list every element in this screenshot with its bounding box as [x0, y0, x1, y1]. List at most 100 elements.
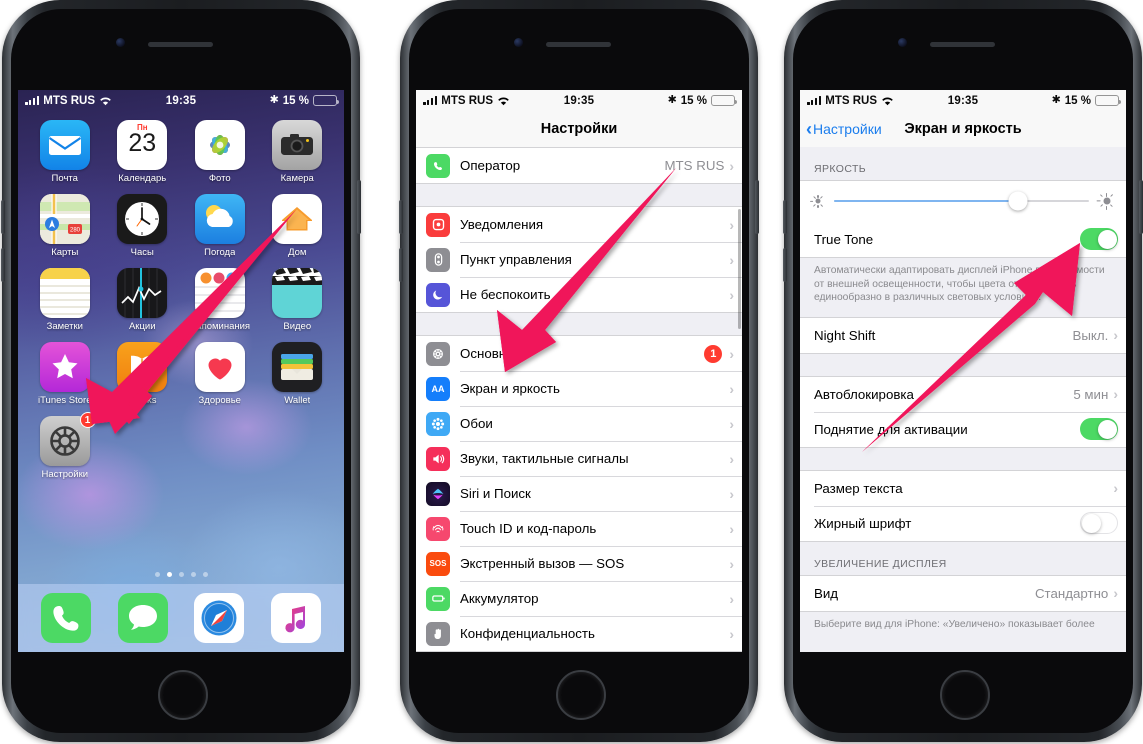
phone-1-screen: MTS RUS 19:35 ✱ 15 % Почта Пн 23 Календа…	[18, 90, 344, 652]
home-button[interactable]	[556, 670, 606, 720]
chevron-right-icon: ›	[1113, 480, 1118, 497]
power-button[interactable]	[357, 180, 361, 234]
app-icon-stocks[interactable]: Акции	[104, 268, 182, 332]
mail-icon	[39, 120, 90, 170]
app-icon-mail[interactable]: Почта	[26, 120, 104, 184]
row-privacy[interactable]: Конфиденциальность ›	[416, 616, 742, 651]
row-touch-id[interactable]: Touch ID и код-пароль ›	[416, 511, 742, 546]
power-button[interactable]	[755, 180, 759, 234]
app-icon-maps[interactable]: 280 Карты	[26, 194, 104, 258]
row-label: Экстренный вызов — SOS	[460, 556, 625, 571]
app-icon-photos[interactable]: Фото	[181, 120, 259, 184]
text-size-row[interactable]: Размер текста ›	[800, 470, 1126, 506]
row-notifications[interactable]: Уведомления ›	[416, 207, 742, 242]
page-dot[interactable]	[190, 572, 196, 577]
autolock-row[interactable]: Автоблокировка 5 мин ›	[800, 376, 1126, 412]
scrollbar-thumb[interactable]	[738, 209, 741, 329]
chevron-right-icon: ›	[729, 625, 734, 642]
app-label: Почта	[51, 173, 78, 184]
app-icon-videos[interactable]: Видео	[259, 268, 337, 332]
phone-icon[interactable]	[41, 593, 92, 643]
view-row[interactable]: Вид Стандартно ›	[800, 575, 1126, 611]
clock-label: 19:35	[563, 94, 595, 107]
volume-down-button[interactable]	[399, 248, 403, 282]
chevron-right-icon: ›	[729, 450, 734, 467]
raise-to-wake-row[interactable]: Поднятие для активации	[800, 411, 1126, 447]
page-dot-active[interactable]	[166, 572, 172, 577]
app-icon-camera[interactable]: Камера	[259, 120, 337, 184]
dock	[18, 584, 344, 652]
ibooks-icon	[117, 342, 168, 392]
app-icon-home-app[interactable]: Дом	[259, 194, 337, 258]
row-control-center[interactable]: Пункт управления ›	[416, 242, 742, 277]
row-value: Стандартно	[1034, 585, 1109, 601]
app-label: Настройки	[41, 469, 89, 480]
app-label: iBooks	[127, 395, 157, 406]
home-button[interactable]	[158, 670, 208, 720]
control-center-icon	[426, 247, 450, 272]
app-label: Часы	[130, 247, 154, 258]
music-note-icon[interactable]	[270, 593, 321, 643]
app-icon-notes[interactable]: Заметки	[26, 268, 104, 332]
back-button[interactable]: ‹ Настройки	[806, 120, 882, 138]
row-emergency-sos[interactable]: SOS Экстренный вызов — SOS ›	[416, 546, 742, 581]
volume-down-button[interactable]	[1, 248, 5, 282]
earpiece-speaker	[546, 42, 611, 47]
phone-2-frame: MTS RUS 19:35 ✱ 15 % Настройки Оператор …	[399, 0, 759, 742]
true-tone-row[interactable]: True Tone	[800, 221, 1126, 257]
row-do-not-disturb[interactable]: Не беспокоить ›	[416, 277, 742, 312]
app-icon-settings[interactable]: 1 Настройки	[26, 412, 104, 480]
brightness-slider-row[interactable]	[800, 181, 1126, 221]
volume-up-button[interactable]	[783, 200, 787, 234]
app-icon-weather[interactable]: Погода	[181, 194, 259, 258]
settings-group-carrier: Оператор MTS RUS ›	[416, 147, 742, 184]
app-icon-health[interactable]: Здоровье	[181, 342, 259, 406]
page-dot[interactable]	[154, 572, 160, 577]
page-dot[interactable]	[178, 572, 184, 577]
row-battery[interactable]: Аккумулятор ›	[416, 581, 742, 616]
front-camera-icon	[116, 38, 125, 47]
volume-down-button[interactable]	[783, 248, 787, 282]
app-icon-wallet[interactable]: Wallet	[259, 342, 337, 406]
power-button[interactable]	[1139, 180, 1143, 234]
volume-up-button[interactable]	[1, 200, 5, 234]
page-dot[interactable]	[202, 572, 208, 577]
raise-to-wake-toggle[interactable]	[1080, 418, 1118, 441]
chevron-right-icon: ›	[729, 590, 734, 607]
do-not-disturb-moon-icon	[426, 282, 450, 307]
row-general[interactable]: Основные 1 ›	[416, 336, 742, 371]
bold-text-row[interactable]: Жирный шрифт	[800, 505, 1126, 541]
app-icon-itunes-store[interactable]: iTunes Store	[26, 342, 104, 406]
home-button[interactable]	[940, 670, 990, 720]
row-value: 5 мин	[1073, 386, 1109, 402]
chevron-right-icon: ›	[729, 345, 734, 362]
row-sounds[interactable]: Звуки, тактильные сигналы ›	[416, 441, 742, 476]
app-icon-clock[interactable]: Часы	[104, 194, 182, 258]
clock-icon	[117, 194, 168, 244]
true-tone-toggle[interactable]	[1080, 228, 1118, 250]
volume-up-button[interactable]	[399, 200, 403, 234]
night-shift-row[interactable]: Night Shift Выкл. ›	[800, 317, 1126, 353]
navigation-bar: ‹ Настройки Экран и яркость	[800, 111, 1126, 148]
row-wallpaper[interactable]: Обои ›	[416, 406, 742, 441]
brightness-knob[interactable]	[1008, 191, 1028, 211]
app-label: Акции	[128, 321, 156, 332]
page-dots[interactable]	[18, 572, 344, 577]
row-siri-search[interactable]: Siri и Поиск ›	[416, 476, 742, 511]
display-brightness-row[interactable]: AA Экран и яркость ›	[416, 371, 742, 406]
safari-compass-icon[interactable]	[194, 593, 245, 643]
earpiece-speaker	[930, 42, 995, 47]
app-icon-calendar[interactable]: Пн 23 Календарь	[104, 120, 182, 184]
messages-icon[interactable]	[117, 593, 168, 643]
general-badge: 1	[704, 344, 723, 363]
carrier-row[interactable]: Оператор MTS RUS ›	[416, 148, 742, 183]
app-icon-ibooks[interactable]: iBooks	[104, 342, 182, 406]
display-settings-list[interactable]: ЯРКОСТЬ True Tone Автоматически адаптиро…	[800, 147, 1126, 652]
bold-text-toggle[interactable]	[1080, 512, 1118, 535]
settings-list[interactable]: Оператор MTS RUS › Уведомления › Пункт у…	[416, 147, 742, 652]
app-icon-reminders[interactable]: Напоминания	[181, 268, 259, 332]
brightness-track[interactable]	[834, 191, 1089, 211]
touch-id-icon	[426, 516, 450, 541]
battery-low-icon	[313, 95, 339, 106]
